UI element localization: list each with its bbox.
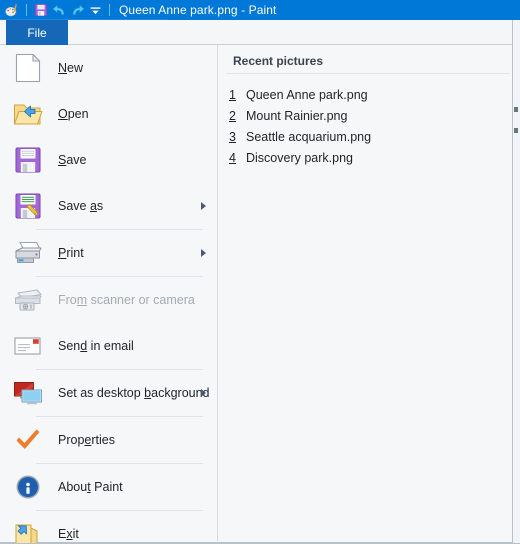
menu-item-save[interactable]: Save bbox=[0, 137, 217, 183]
window-title: Queen Anne park.png - Paint bbox=[119, 3, 277, 17]
save-floppy-icon bbox=[12, 144, 44, 176]
recent-pictures-list: 1 Queen Anne park.png 2 Mount Rainier.pn… bbox=[219, 84, 519, 168]
recent-picture-name: Discovery park.png bbox=[246, 150, 353, 165]
recent-picture-number: 3 bbox=[229, 129, 236, 144]
submenu-arrow-icon bbox=[201, 249, 206, 257]
menu-item-save-as-label: Save as bbox=[58, 199, 104, 213]
about-info-icon bbox=[12, 471, 44, 503]
menu-item-open-label: Open bbox=[58, 107, 89, 121]
submenu-arrow-icon bbox=[201, 389, 206, 397]
recent-picture-name: Seattle acquarium.png bbox=[246, 129, 372, 144]
redo-icon[interactable] bbox=[68, 1, 86, 19]
printer-icon bbox=[12, 237, 44, 269]
recent-picture-number: 2 bbox=[229, 108, 236, 123]
window-bottom-strip bbox=[0, 543, 520, 560]
file-menu-command-list: New Open Save Save as Print From scanner… bbox=[0, 45, 218, 545]
menu-item-new-label: New bbox=[58, 61, 84, 75]
recent-picture-number: 1 bbox=[229, 87, 236, 102]
menu-item-about-paint[interactable]: About Paint bbox=[0, 464, 217, 510]
save-as-icon bbox=[12, 190, 44, 222]
tab-file[interactable]: File bbox=[6, 20, 68, 45]
menu-item-print[interactable]: Print bbox=[0, 230, 217, 276]
desktop-background-icon bbox=[12, 377, 44, 409]
menu-item-new[interactable]: New bbox=[0, 45, 217, 91]
recent-picture-name: Mount Rainier.png bbox=[246, 108, 348, 123]
paint-file-menu-window: Queen Anne park.png - Paint File New Ope… bbox=[0, 0, 520, 560]
recent-picture-item[interactable]: 4 Discovery park.png bbox=[219, 147, 519, 168]
customize-quick-access-icon[interactable] bbox=[86, 1, 104, 19]
menu-item-print-label: Print bbox=[58, 246, 84, 260]
menu-item-from-scanner-or-camera[interactable]: From scanner or camera bbox=[0, 277, 217, 323]
email-envelope-icon bbox=[12, 330, 44, 362]
background-window-mark bbox=[514, 107, 518, 112]
menu-item-save-as[interactable]: Save as bbox=[0, 183, 217, 229]
ribbon-tab-strip bbox=[0, 20, 520, 45]
recent-picture-item[interactable]: 3 Seattle acquarium.png bbox=[219, 126, 519, 147]
menu-item-about-paint-label: About Paint bbox=[58, 480, 123, 494]
menu-item-send-in-email[interactable]: Send in email bbox=[0, 323, 217, 369]
file-menu-panel: New Open Save Save as Print From scanner… bbox=[0, 45, 520, 545]
menu-item-send-in-email-label: Send in email bbox=[58, 339, 134, 353]
quick-access-divider-1 bbox=[26, 4, 27, 16]
recent-picture-item[interactable]: 2 Mount Rainier.png bbox=[219, 105, 519, 126]
menu-item-open[interactable]: Open bbox=[0, 91, 217, 137]
tab-file-label: File bbox=[27, 25, 47, 40]
open-folder-icon bbox=[12, 98, 44, 130]
recent-pictures-heading-divider bbox=[227, 73, 509, 74]
quick-access-divider-2 bbox=[109, 4, 110, 16]
recent-picture-item[interactable]: 1 Queen Anne park.png bbox=[219, 84, 519, 105]
background-window-edge bbox=[512, 20, 520, 543]
submenu-arrow-icon bbox=[201, 202, 206, 210]
menu-item-properties-label: Properties bbox=[58, 433, 115, 447]
new-page-icon bbox=[12, 52, 44, 84]
undo-icon[interactable] bbox=[50, 1, 68, 19]
scanner-camera-icon bbox=[12, 284, 44, 316]
menu-item-save-label: Save bbox=[58, 153, 87, 167]
recent-pictures-panel: Recent pictures 1 Queen Anne park.png 2 … bbox=[219, 45, 519, 541]
recent-picture-number: 4 bbox=[229, 150, 236, 165]
recent-picture-name: Queen Anne park.png bbox=[246, 87, 368, 102]
save-icon[interactable] bbox=[32, 1, 50, 19]
properties-check-icon bbox=[12, 424, 44, 456]
menu-item-from-scanner-or-camera-label: From scanner or camera bbox=[58, 293, 195, 307]
menu-item-exit-label: Exit bbox=[58, 527, 79, 541]
paint-app-icon[interactable] bbox=[3, 1, 21, 19]
menu-item-set-as-desktop-background[interactable]: Set as desktop background bbox=[0, 370, 217, 416]
menu-item-set-as-desktop-background-label: Set as desktop background bbox=[58, 386, 210, 400]
background-window-mark bbox=[514, 128, 518, 133]
recent-pictures-heading: Recent pictures bbox=[233, 54, 324, 68]
title-bar: Queen Anne park.png - Paint bbox=[0, 0, 520, 20]
menu-item-properties[interactable]: Properties bbox=[0, 417, 217, 463]
